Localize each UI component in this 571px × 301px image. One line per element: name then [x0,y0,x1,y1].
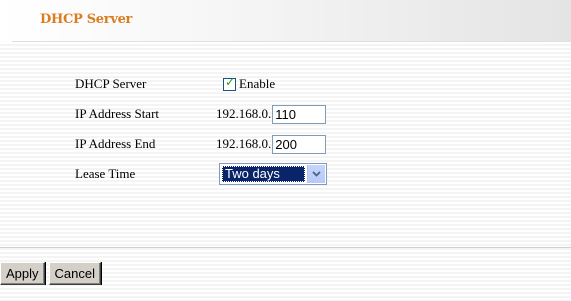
ip-start-input[interactable] [272,104,327,124]
ip-start-row: IP Address Start 192.168.0. [12,103,552,125]
ip-end-label: IP Address End [75,136,156,151]
dropdown-button[interactable] [307,165,325,183]
form-divider [0,247,571,248]
section-header: DHCP Server [0,0,571,42]
lease-time-label: Lease Time [75,166,136,181]
lease-time-row: Lease Time Two days [12,163,552,185]
ip-end-input[interactable] [272,134,327,154]
dhcp-server-label: DHCP Server [75,76,147,91]
section-title: DHCP Server [40,12,133,27]
ip-end-prefix: 192.168.0. [216,136,272,151]
dhcp-server-page: DHCP Server DHCP Server ✓ Enable IP Addr… [0,0,571,301]
ip-start-label: IP Address Start [75,106,160,121]
cancel-button[interactable]: Cancel [48,262,101,285]
lease-time-select[interactable]: Two days [219,163,327,185]
chevron-down-icon [312,171,321,177]
ip-end-row: IP Address End 192.168.0. [12,133,552,155]
apply-button[interactable]: Apply [0,262,45,285]
ip-end-field: 192.168.0. [216,133,327,155]
action-buttons: Apply Cancel [0,262,105,285]
lease-time-field: Two days [216,163,327,185]
checkmark-icon: ✓ [225,74,236,89]
enable-label[interactable]: Enable [239,76,275,92]
lease-time-selected-value[interactable]: Two days [222,166,305,182]
dhcp-server-row: DHCP Server ✓ Enable [12,73,552,95]
enable-checkbox[interactable]: ✓ [223,74,236,91]
ip-start-field: 192.168.0. [216,103,327,125]
dhcp-form: DHCP Server ✓ Enable IP Address Start 19… [12,42,571,248]
dhcp-server-field: ✓ Enable [216,73,275,95]
ip-start-prefix: 192.168.0. [216,106,272,121]
